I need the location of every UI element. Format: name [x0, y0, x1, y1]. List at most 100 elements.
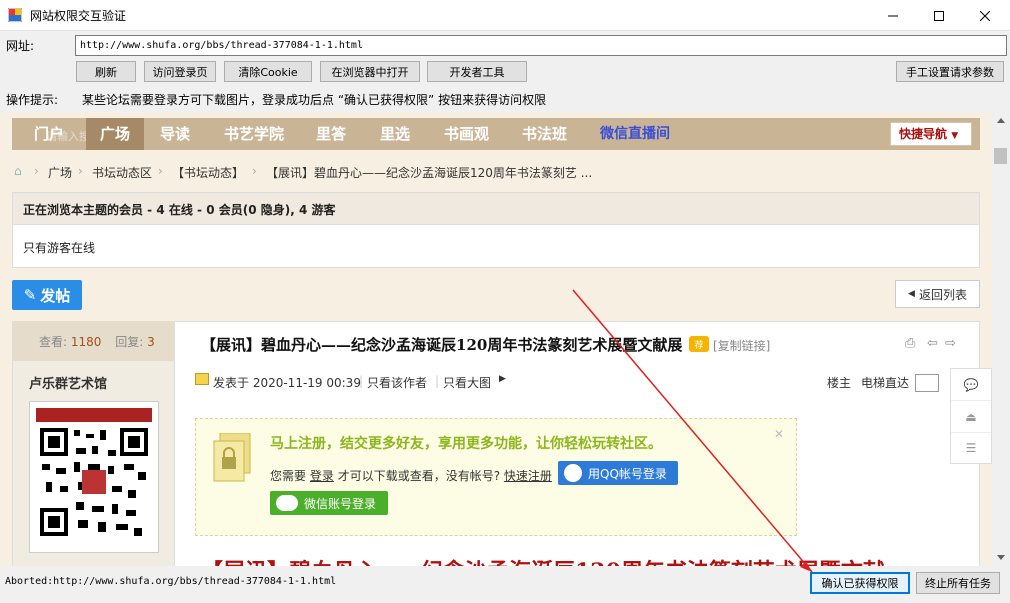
register-link[interactable]: 快速注册 — [504, 469, 552, 483]
vertical-scrollbar[interactable] — [992, 112, 1009, 566]
nav-item-portal[interactable]: 门户 — [34, 118, 64, 150]
nav-item-class[interactable]: 书法班 — [522, 118, 567, 150]
replies-count: 3 — [147, 335, 155, 349]
minimize-button[interactable] — [870, 0, 916, 31]
breadcrumb-current: 【展讯】碧血丹心——纪念沙孟海诞辰120周年书法篆刻艺 ... — [266, 166, 593, 180]
close-box-icon[interactable]: ✕ — [774, 427, 784, 441]
hint-label: 操作提示: — [6, 93, 59, 107]
open-in-browser-button[interactable]: 在浏览器中打开 — [320, 61, 420, 82]
clear-cookie-button[interactable]: 清除Cookie — [224, 61, 312, 82]
minimize-icon — [888, 15, 898, 16]
nav-item-selection[interactable]: 里选 — [380, 118, 410, 150]
nav-item-guide[interactable]: 导读 — [160, 118, 190, 150]
breadcrumb: ⌂ › 广场 › 书坛动态区 › 【书坛动态】 › 【展讯】碧血丹心——纪念沙孟… — [12, 164, 980, 184]
visit-login-button[interactable]: 访问登录页 — [144, 61, 216, 82]
app-icon — [8, 8, 22, 22]
nav-item-square[interactable]: 广场 — [86, 118, 145, 150]
list-icon[interactable]: ☰ — [951, 433, 991, 463]
nav-item-weixin-live[interactable]: 微信直播间 — [600, 118, 670, 150]
online-members-body: 只有游客在线 — [23, 241, 96, 255]
nav-item-gallery[interactable]: 书画观 — [444, 118, 489, 150]
floating-toolbar: 💬 ⏏ ☰ — [950, 368, 992, 464]
manual-headers-button[interactable]: 手工设置请求参数 — [896, 61, 1004, 82]
copy-link[interactable]: [复制链接] — [713, 337, 770, 354]
need-prefix: 您需要 — [270, 469, 307, 483]
print-icon[interactable]: ⎙ — [905, 336, 915, 351]
post-body-heading: 【展讯】碧血丹心——纪念沙孟海诞辰120周年书法篆刻艺术展暨文献 — [201, 554, 885, 566]
chevron-right-icon: ▶ — [499, 374, 506, 384]
back-to-list-label: 返回列表 — [918, 287, 967, 302]
close-icon — [980, 10, 990, 21]
only-big-image-link[interactable]: 只看大图 — [443, 374, 491, 391]
meta-separator: | — [359, 374, 364, 388]
breadcrumb-separator-icon: › — [78, 164, 83, 178]
nav-item-answers[interactable]: 里答 — [316, 118, 346, 150]
views-label: 查看: — [39, 335, 68, 349]
dev-tools-button[interactable]: 开发者工具 — [427, 61, 527, 82]
login-prompt-box: 马上注册，结交更多好友，享用更多功能，让你轻松玩转社区。 ✕ 您需要 登录 才可… — [195, 418, 797, 536]
breadcrumb-separator-icon: › — [252, 164, 257, 178]
maximize-icon — [934, 10, 944, 21]
status-text: Aborted:http://www.shufa.org/bbs/thread-… — [5, 576, 337, 587]
window-title: 网站权限交互验证 — [30, 9, 127, 23]
login-need-text: 您需要 登录 才可以下载或查看，没有帐号? 快速注册 — [270, 467, 552, 484]
author-sidebar: 查看: 1180 回复: 3 卢乐群艺术馆 — [12, 321, 174, 566]
back-to-list-button[interactable]: ◀ 返回列表 — [895, 280, 980, 308]
post-content: 【展讯】碧血丹心——纪念沙孟海诞辰120周年书法篆刻艺术展暨文献展 荐 [复制链… — [174, 321, 980, 566]
breadcrumb-item[interactable]: 【书坛动态】 — [172, 164, 244, 181]
author-avatar[interactable] — [29, 401, 159, 553]
breadcrumb-item[interactable]: 书坛动态区 — [92, 164, 152, 181]
replies-label: 回复: — [115, 335, 144, 349]
quick-nav-dropdown[interactable]: 快捷导航 ▼ — [890, 122, 972, 146]
new-post-button[interactable]: ✎ 发帖 — [12, 280, 82, 310]
new-badge-icon: 荐 — [689, 336, 709, 352]
back-to-top-icon[interactable]: ⏏ — [951, 401, 991, 433]
meta-separator: | — [435, 374, 440, 388]
only-author-link[interactable]: 只看该作者 — [367, 374, 427, 391]
views-count: 1180 — [70, 335, 102, 349]
post-meta: 发表于 2020-11-19 00:39 | 只看该作者 | 只看大图 ▶ 楼主… — [195, 372, 975, 392]
next-thread-icon[interactable]: ⇨ — [945, 336, 956, 351]
lock-document-icon — [213, 433, 251, 482]
floor-label: 楼主 — [827, 376, 852, 390]
register-cta: 马上注册，结交更多好友，享用更多功能，让你轻松玩转社区。 — [270, 436, 662, 452]
chevron-left-icon: ◀ — [908, 289, 915, 299]
elevator-label: 电梯直达 — [861, 376, 910, 390]
close-button[interactable] — [962, 0, 1008, 31]
thread-stats: 查看: 1180 回复: 3 — [13, 321, 174, 361]
home-icon[interactable]: ⌂ — [14, 164, 22, 178]
breadcrumb-item[interactable]: 广场 — [48, 164, 72, 181]
window-titlebar: 网站权限交互验证 — [0, 0, 1010, 31]
wechat-login-label: 微信账号登录 — [304, 496, 377, 511]
browser-viewport[interactable]: 请输入搜索内容 门户 广场 导读 书艺学院 里答 里选 书画观 书法班 微信直播… — [0, 112, 992, 566]
quick-nav-label: 快捷导航 — [899, 127, 948, 141]
scroll-thumb[interactable] — [994, 148, 1007, 164]
scroll-up-icon[interactable] — [992, 112, 1009, 129]
caret-down-icon: ▼ — [951, 131, 959, 141]
stop-all-tasks-button[interactable]: 终止所有任务 — [916, 572, 1000, 594]
wechat-icon — [276, 495, 298, 511]
qr-code-icon — [30, 402, 158, 552]
prev-thread-icon[interactable]: ⇦ — [927, 336, 938, 351]
wechat-login-button[interactable]: 微信账号登录 — [270, 491, 388, 515]
url-input[interactable] — [75, 35, 1007, 56]
qq-login-button[interactable]: 用QQ帐号登录 — [558, 461, 678, 485]
hint-text: 某些论坛需要登录方可下载图片，登录成功后点 “确认已获得权限” 按钮来获得访问权… — [82, 93, 547, 107]
confirm-permission-button[interactable]: 确认已获得权限 — [810, 572, 910, 594]
maximize-button[interactable] — [916, 0, 962, 31]
login-link[interactable]: 登录 — [310, 469, 334, 483]
edit-icon: ✎ — [23, 286, 37, 304]
refresh-button[interactable]: 刷新 — [76, 61, 136, 82]
qq-login-label: 用QQ帐号登录 — [588, 466, 667, 481]
online-members-panel: 正在浏览本主题的会员 - 4 在线 - 0 会员(0 隐身), 4 游客 只有游… — [12, 192, 980, 268]
comment-icon[interactable]: 💬 — [951, 369, 991, 401]
author-name[interactable]: 卢乐群艺术馆 — [29, 373, 107, 392]
status-bar: Aborted:http://www.shufa.org/bbs/thread-… — [0, 568, 1010, 603]
elevator-input[interactable] — [915, 374, 939, 392]
scroll-down-icon[interactable] — [992, 549, 1009, 566]
thread-title: 【展讯】碧血丹心——纪念沙孟海诞辰120周年书法篆刻艺术展暨文献展 — [201, 336, 683, 354]
breadcrumb-separator-icon: › — [158, 164, 163, 178]
need-mid: 才可以下载或查看，没有帐号? — [337, 469, 501, 483]
new-post-label: 发帖 — [40, 286, 71, 305]
nav-item-academy[interactable]: 书艺学院 — [224, 118, 284, 150]
